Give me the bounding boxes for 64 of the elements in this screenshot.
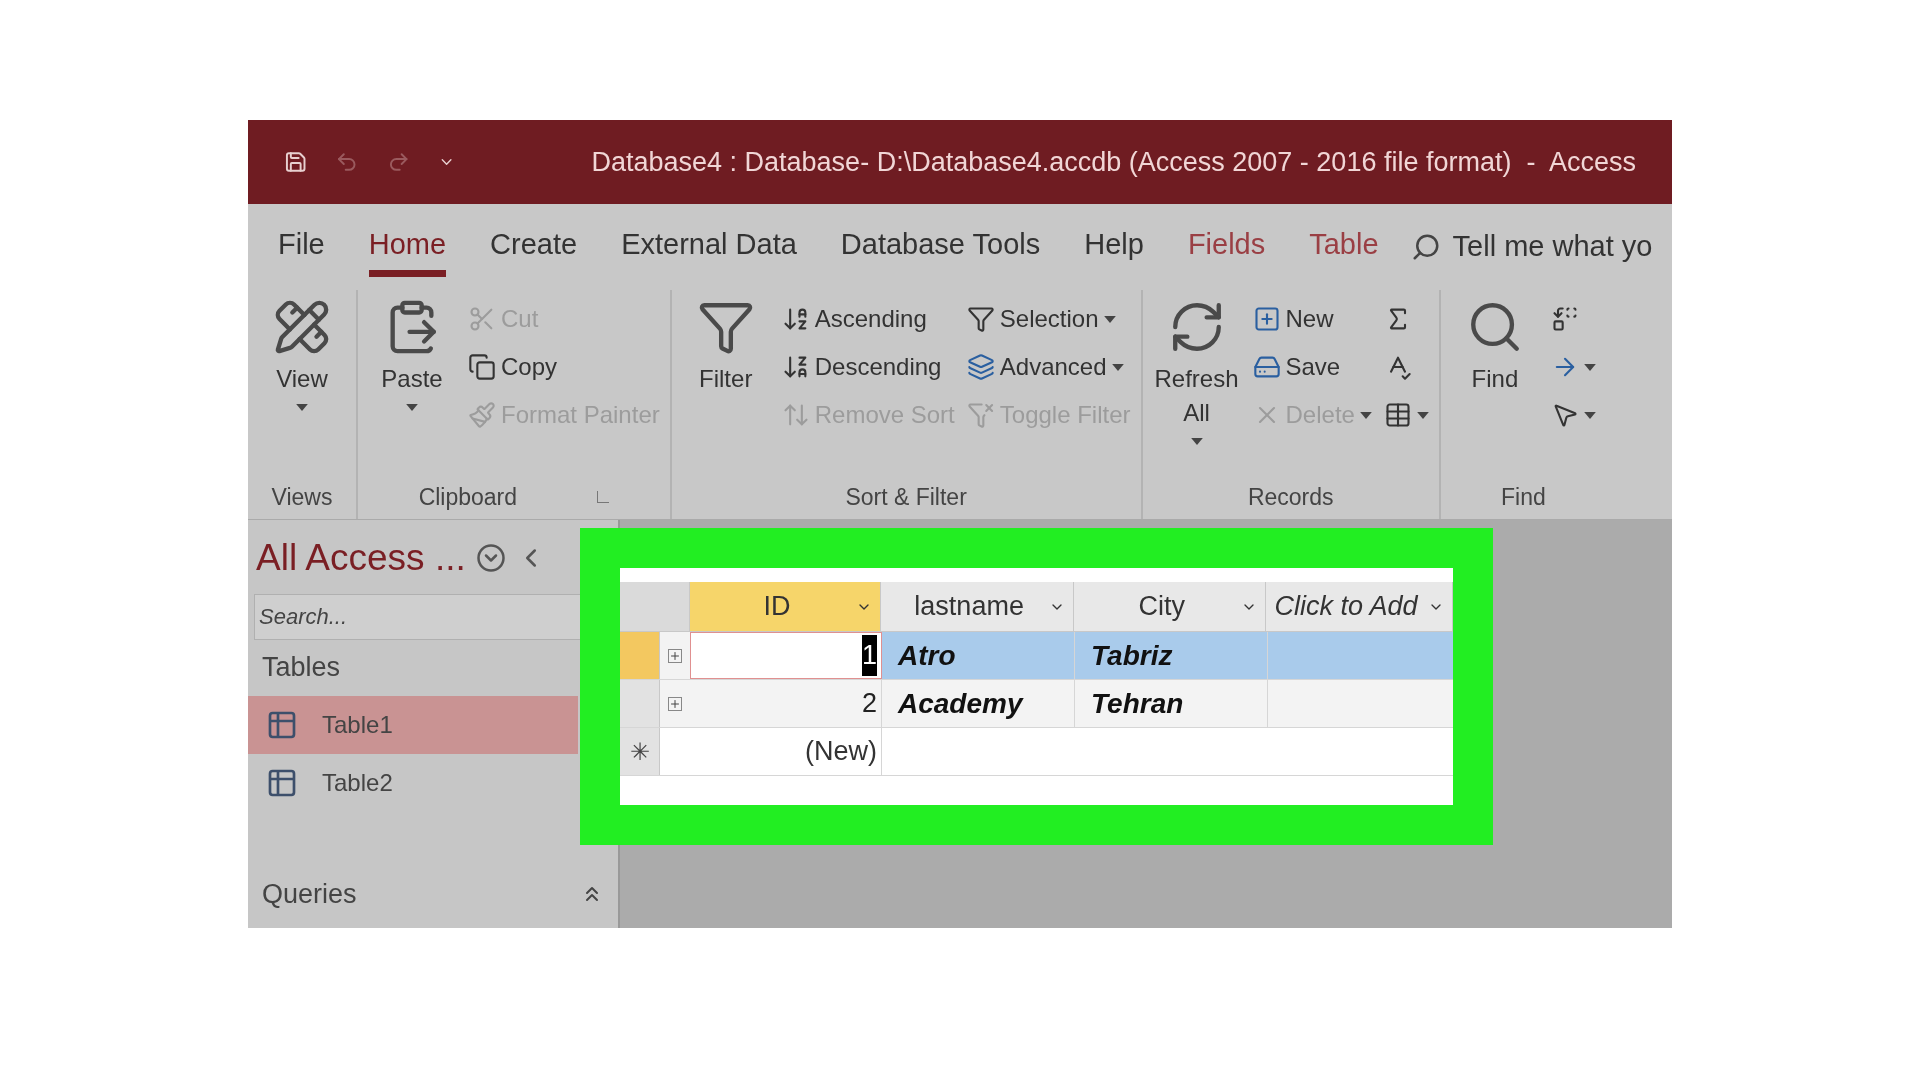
caret-icon [1359,411,1372,419]
table-icon [1383,401,1412,429]
ribbon-large-button[interactable]: Filter [681,298,770,475]
table-cell-text: (New) [805,735,877,769]
plus-square-icon [1252,305,1281,333]
ribbon-tab[interactable]: Database Tools [840,216,1041,278]
ribbon-large-button[interactable]: Paste [368,298,456,475]
ribbon-tab[interactable]: Fields [1187,216,1266,278]
ribbon-tab[interactable]: Table [1309,216,1379,278]
expand-icon[interactable] [668,648,682,663]
nav-group-header[interactable]: Tables [262,647,341,688]
ribbon-tab[interactable]: File [278,216,325,278]
search-icon [1410,232,1441,262]
table-cell-text: Tabriz [1091,638,1173,673]
layers-icon [966,353,995,381]
caret-icon [296,404,308,411]
group-label: Sort & Filter [845,482,967,512]
dialog-launcher-icon[interactable] [597,491,610,503]
ribbon-button[interactable]: Save [1252,346,1372,388]
expand-icon[interactable] [668,696,682,711]
ribbon-button[interactable]: New [1252,298,1372,340]
ribbon-button[interactable]: Selection [966,298,1131,340]
caret-icon [1583,363,1596,371]
ribbon-button[interactable]: Copy [468,346,660,388]
caret-icon [1416,411,1429,419]
ribbon-large-button[interactable]: Refresh All [1152,298,1241,475]
ribbon-button[interactable]: Descending [781,346,955,388]
group-label: Find [1501,482,1546,512]
caret-icon [406,404,418,411]
caret-icon [1190,438,1203,445]
pencil-ruler-icon [273,298,331,356]
table-cell-text: Atro [898,638,956,673]
tell-me-field[interactable]: Tell me what yo [1410,225,1672,269]
funnel-icon [966,305,995,333]
caret-icon [1583,411,1596,419]
ribbon-tab[interactable]: Create [490,216,578,278]
caret-icon [1103,315,1116,323]
funnel-x-icon [966,401,995,429]
group-label: Clipboard [418,482,518,512]
ribbon-large-button[interactable]: View [258,298,346,475]
table-cell-text: Tehran [1091,686,1184,721]
nav-item[interactable]: Table2 [248,753,578,812]
chevron-circle-icon[interactable] [475,542,506,573]
new-row-marker: ✳ [629,736,650,767]
ribbon-tab[interactable]: Help [1084,216,1144,278]
ribbon-large-button[interactable]: Find [1450,298,1539,475]
copy-icon [468,353,496,381]
nav-item[interactable]: Table1 [248,695,578,754]
group-label: Views [271,482,333,512]
table-cell-text: 2 [861,687,877,721]
group-label: Records [1247,482,1334,512]
ribbon-button[interactable]: Ascending [781,298,955,340]
ribbon-button[interactable]: Advanced [966,346,1131,388]
table-cell: 1 [861,635,877,676]
table-cell-text: Academy [898,686,1023,721]
ribbon-tab[interactable]: Home [368,216,447,278]
column-header[interactable]: ID [689,582,882,631]
pane-title: All Access ... [256,536,466,580]
nav-group-header[interactable]: Queries [262,873,357,915]
replace-icon [1550,305,1579,333]
caret-icon [1111,363,1124,371]
window-title: Database4 : Database- D:\Database4.accdb (Access 2007 - 2016 file format) - Access [591,145,1636,179]
ribbon-tab[interactable]: External Data [621,216,797,278]
paintbrush-icon [468,401,496,429]
